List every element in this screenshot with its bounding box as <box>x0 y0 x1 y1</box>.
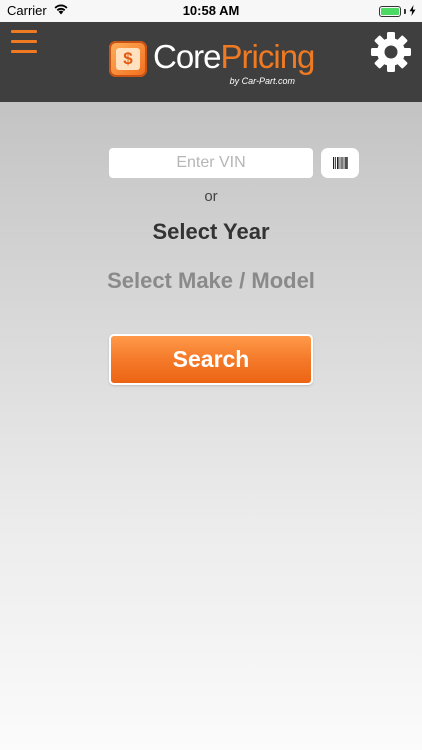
status-time: 10:58 AM <box>182 3 240 18</box>
select-year-button[interactable]: Select Year <box>0 219 422 245</box>
hamburger-menu-icon[interactable] <box>11 28 39 54</box>
logo-dollar-icon: $ <box>109 41 147 77</box>
charging-bolt-icon <box>409 4 416 19</box>
app-header: $ CorePricing by Car-Part.com <box>0 22 422 102</box>
barcode-icon <box>333 157 348 169</box>
select-make-model-button[interactable]: Select Make / Model <box>0 268 422 294</box>
status-bar: Carrier 10:58 AM <box>0 0 422 22</box>
logo-title: CorePricing <box>153 37 316 77</box>
core-pricing-logo: $ CorePricing by Car-Part.com <box>109 37 319 87</box>
logo-pricing-text: Pricing <box>220 38 316 75</box>
status-right <box>379 4 416 19</box>
battery-icon <box>379 6 401 17</box>
search-button[interactable]: Search <box>109 334 313 385</box>
or-separator: or <box>204 188 218 205</box>
gear-icon[interactable] <box>370 31 412 73</box>
battery-nub <box>404 9 406 14</box>
vin-input[interactable] <box>109 148 313 178</box>
barcode-scan-button[interactable] <box>321 148 359 178</box>
logo-core-text: Core <box>153 38 222 75</box>
logo-subtitle: by Car-Part.com <box>229 76 295 86</box>
